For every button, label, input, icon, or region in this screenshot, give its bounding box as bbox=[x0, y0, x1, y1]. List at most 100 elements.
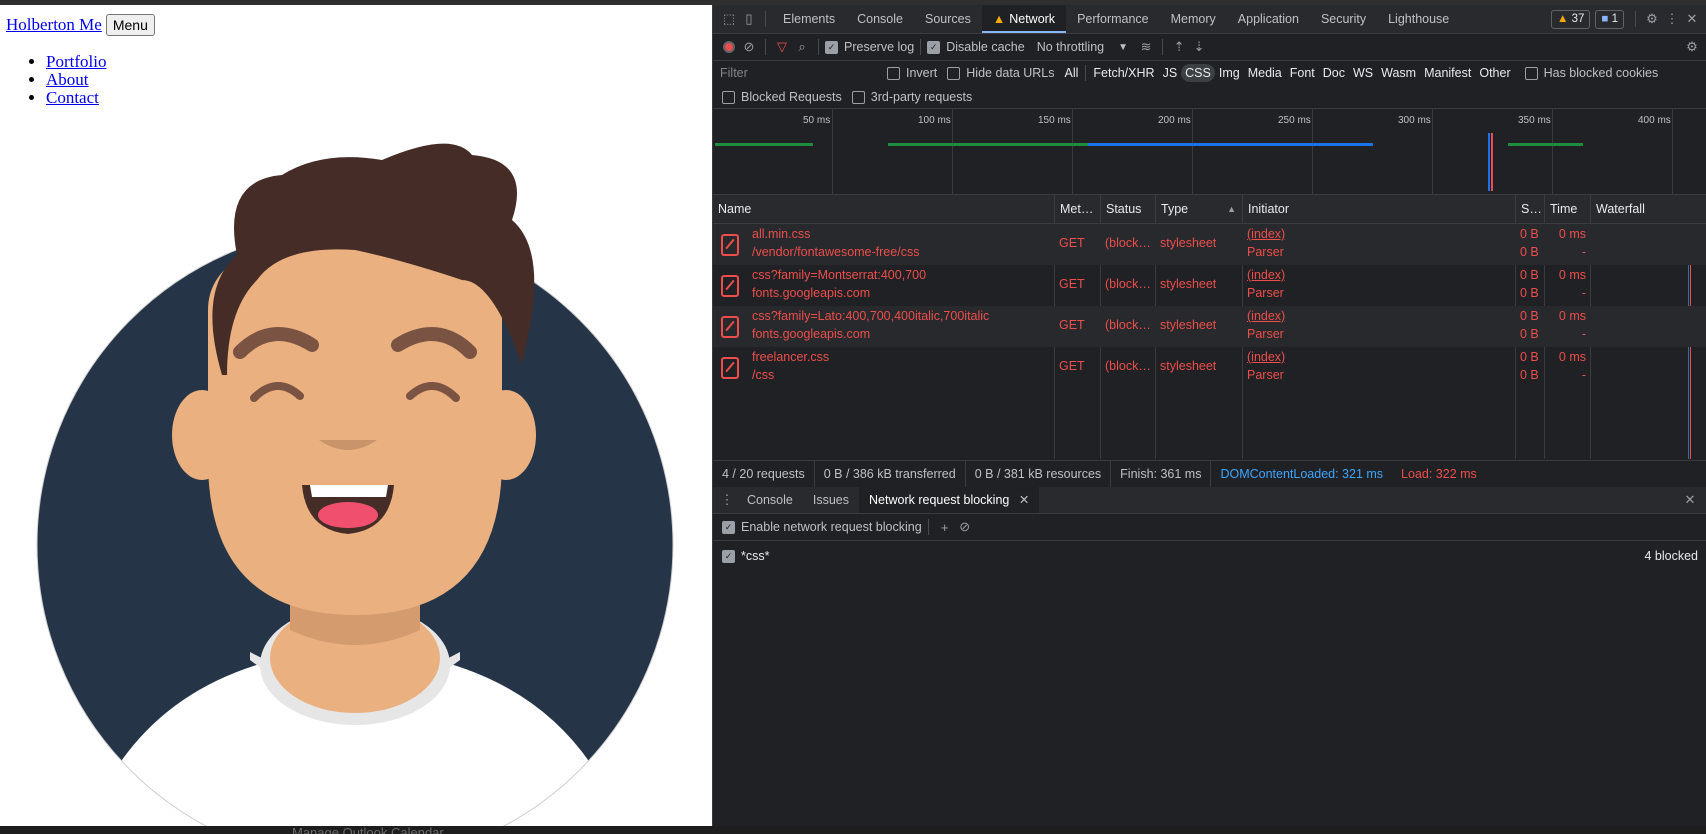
message-icon: ■ bbox=[1601, 12, 1609, 25]
third-party-checkbox[interactable] bbox=[851, 90, 865, 104]
blocked-pattern-row[interactable]: ✓ *css* 4 blocked bbox=[713, 545, 1706, 567]
hide-data-urls-checkbox[interactable] bbox=[947, 66, 961, 80]
tab-security[interactable]: Security bbox=[1310, 5, 1377, 33]
warnings-badge[interactable]: ▲ 37 bbox=[1551, 9, 1591, 29]
menu-button[interactable]: Menu bbox=[105, 14, 155, 36]
import-har-icon[interactable]: ⇡ bbox=[1169, 37, 1189, 57]
clear-icon[interactable]: ⊘ bbox=[739, 37, 759, 57]
more-options-icon[interactable]: ⋮ bbox=[1662, 9, 1682, 29]
filter-type-font[interactable]: Font bbox=[1286, 64, 1319, 82]
add-pattern-icon[interactable]: + bbox=[935, 517, 955, 537]
table-row[interactable]: css?family=Lato:400,700,400italic,700ita… bbox=[713, 306, 1706, 347]
nav-link-portfolio[interactable]: Portfolio bbox=[46, 52, 106, 71]
tab-lighthouse[interactable]: Lighthouse bbox=[1377, 5, 1460, 33]
tab-network[interactable]: ▲ Network bbox=[981, 5, 1067, 33]
request-path: /css bbox=[752, 368, 775, 382]
request-size: 0 B bbox=[1520, 309, 1539, 323]
column-status[interactable]: Status bbox=[1101, 195, 1156, 223]
record-icon[interactable] bbox=[719, 37, 739, 57]
request-size: 0 B bbox=[1520, 350, 1539, 364]
close-devtools-icon[interactable]: ✕ bbox=[1682, 9, 1702, 29]
tab-console[interactable]: Console bbox=[846, 5, 914, 33]
request-initiator-link[interactable]: (index) bbox=[1247, 350, 1285, 364]
filter-type-img[interactable]: Img bbox=[1215, 64, 1244, 82]
brand-link[interactable]: Holberton Me bbox=[6, 15, 102, 35]
filter-type-other[interactable]: Other bbox=[1475, 64, 1514, 82]
enable-blocking-checkbox[interactable]: ✓ bbox=[722, 520, 735, 534]
column-size[interactable]: S… bbox=[1516, 195, 1545, 223]
timeline-overview[interactable]: 50 ms 100 ms 150 ms 200 ms 250 ms 300 ms… bbox=[713, 109, 1706, 195]
blocked-requests-checkbox[interactable] bbox=[722, 90, 735, 104]
tab-application[interactable]: Application bbox=[1227, 5, 1310, 33]
preserve-log-checkbox[interactable]: ✓ bbox=[825, 40, 838, 54]
network-conditions-icon[interactable]: ≋ bbox=[1136, 37, 1156, 57]
tab-sources[interactable]: Sources bbox=[914, 5, 982, 33]
column-waterfall[interactable]: Waterfall bbox=[1591, 195, 1706, 223]
has-blocked-cookies-label: Has blocked cookies bbox=[1543, 66, 1659, 80]
device-toolbar-icon[interactable]: ▯ bbox=[739, 9, 759, 29]
request-blocking-toolbar: ✓ Enable network request blocking + ⊘ bbox=[713, 514, 1706, 541]
timeline-bar bbox=[1088, 143, 1263, 146]
requests-table-body: all.min.css /vendor/fontawesome-free/css… bbox=[713, 224, 1706, 459]
request-initiator-link[interactable]: (index) bbox=[1247, 309, 1285, 323]
throttling-select[interactable]: No throttling bbox=[1037, 40, 1104, 54]
request-name: css?family=Lato:400,700,400italic,700ita… bbox=[752, 309, 990, 323]
request-status: (block… bbox=[1105, 236, 1151, 250]
filter-type-all[interactable]: All bbox=[1061, 64, 1083, 82]
column-type[interactable]: Type ▲ bbox=[1156, 195, 1243, 223]
request-latency: - bbox=[1581, 286, 1586, 300]
filter-type-manifest[interactable]: Manifest bbox=[1420, 64, 1475, 82]
pattern-checkbox[interactable]: ✓ bbox=[722, 549, 735, 563]
summary-resources: 0 B / 381 kB resources bbox=[966, 461, 1112, 487]
close-drawer-icon[interactable]: ✕ bbox=[1680, 490, 1700, 510]
inspect-element-icon[interactable]: ⬚ bbox=[719, 9, 739, 29]
filter-type-media[interactable]: Media bbox=[1244, 64, 1286, 82]
request-size: 0 B bbox=[1520, 227, 1539, 241]
filter-type-ws[interactable]: WS bbox=[1349, 64, 1377, 82]
close-tab-icon[interactable]: ✕ bbox=[1019, 493, 1029, 507]
tab-performance[interactable]: Performance bbox=[1066, 5, 1160, 33]
search-icon[interactable]: ⌕ bbox=[792, 37, 812, 57]
stylesheet-file-icon bbox=[721, 316, 739, 338]
drawer-tab-network-request-blocking[interactable]: Network request blocking ✕ bbox=[859, 487, 1040, 513]
request-initiator-link[interactable]: (index) bbox=[1247, 227, 1285, 241]
column-type-label: Type bbox=[1161, 202, 1189, 216]
blocked-requests-label: Blocked Requests bbox=[741, 90, 842, 104]
filter-type-fetch-xhr[interactable]: Fetch/XHR bbox=[1089, 64, 1158, 82]
nav-link-about[interactable]: About bbox=[46, 70, 89, 89]
messages-badge[interactable]: ■ 1 bbox=[1595, 9, 1624, 29]
filter-type-css[interactable]: CSS bbox=[1181, 64, 1215, 82]
table-row[interactable]: all.min.css /vendor/fontawesome-free/css… bbox=[713, 224, 1706, 265]
table-row[interactable]: freelancer.css /css GET (block… styleshe… bbox=[713, 347, 1706, 388]
page-header: Holberton Me Menu bbox=[6, 14, 155, 36]
column-name[interactable]: Name bbox=[713, 195, 1055, 223]
has-blocked-cookies-checkbox[interactable] bbox=[1524, 66, 1538, 80]
column-method[interactable]: Met… bbox=[1055, 195, 1101, 223]
column-time[interactable]: Time bbox=[1545, 195, 1591, 223]
timeline-tick-label: 200 ms bbox=[1158, 115, 1191, 126]
remove-all-patterns-icon[interactable]: ⊘ bbox=[955, 517, 975, 537]
tab-memory[interactable]: Memory bbox=[1160, 5, 1227, 33]
filter-type-doc[interactable]: Doc bbox=[1319, 64, 1349, 82]
nav-link-contact[interactable]: Contact bbox=[46, 88, 99, 107]
filter-input[interactable]: Filter bbox=[713, 63, 884, 83]
request-type: stylesheet bbox=[1160, 318, 1217, 332]
network-settings-gear-icon[interactable]: ⚙ bbox=[1682, 37, 1702, 57]
drawer-menu-icon[interactable]: ⋮ bbox=[717, 490, 737, 510]
request-initiator-link[interactable]: (index) bbox=[1247, 268, 1285, 282]
request-latency: - bbox=[1581, 327, 1586, 341]
table-row[interactable]: css?family=Montserrat:400,700 fonts.goog… bbox=[713, 265, 1706, 306]
invert-checkbox[interactable] bbox=[887, 66, 900, 80]
export-har-icon[interactable]: ⇣ bbox=[1189, 37, 1209, 57]
disable-cache-checkbox[interactable]: ✓ bbox=[927, 40, 941, 54]
timeline-tick-label: 350 ms bbox=[1518, 115, 1551, 126]
filter-funnel-icon[interactable]: ▽ bbox=[772, 37, 792, 57]
timeline-gridline bbox=[1552, 109, 1553, 194]
settings-gear-icon[interactable]: ⚙ bbox=[1642, 9, 1662, 29]
drawer-tab-issues[interactable]: Issues bbox=[803, 487, 859, 513]
filter-type-wasm[interactable]: Wasm bbox=[1377, 64, 1420, 82]
drawer-tab-console[interactable]: Console bbox=[737, 487, 803, 513]
column-initiator[interactable]: Initiator bbox=[1243, 195, 1516, 223]
tab-elements[interactable]: Elements bbox=[772, 5, 846, 33]
filter-type-js[interactable]: JS bbox=[1159, 64, 1182, 82]
